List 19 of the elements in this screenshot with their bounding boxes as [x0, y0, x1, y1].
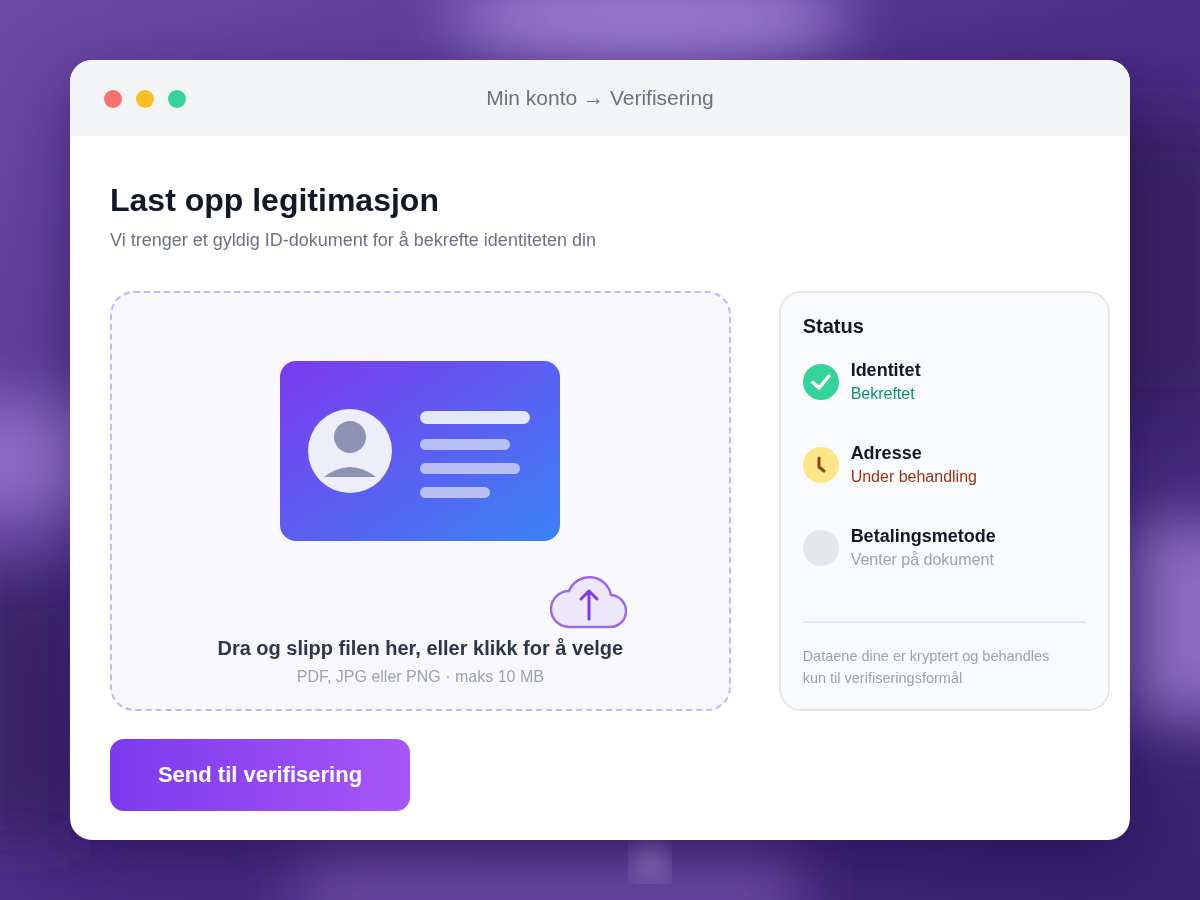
status-text: Bekreftet: [850, 385, 916, 403]
status-title: Status: [802, 315, 865, 338]
drop-zone[interactable]: Dra og slipp filen her, eller klikk for å velge PDF, JPG eller PNG · maks 10 MB: [110, 291, 731, 711]
minimize-button[interactable]: [136, 90, 154, 108]
privacy-note: Dataene dine er kryptert og behandles kun til verifiseringsformål: [802, 647, 1051, 688]
id-card-icon: [280, 361, 561, 541]
status-label: Adresse: [850, 443, 923, 464]
page-heading: Last opp legitimasjon: [110, 181, 440, 220]
close-button[interactable]: [104, 90, 122, 108]
upload-prompt: Dra og slipp filen her, eller klikk for å velge: [217, 637, 624, 660]
page-subtitle: Vi trenger et gyldig ID-dokument for å bekrefte identiteten din: [110, 230, 597, 251]
submit-button[interactable]: Send til verifisering: [110, 739, 410, 811]
upload-hint: PDF, JPG eller PNG · maks 10 MB: [296, 668, 544, 686]
status-text: Under behandling: [850, 468, 977, 486]
status-text: Venter på dokument: [850, 551, 995, 569]
zoom-button[interactable]: [168, 90, 186, 108]
status-label: Identitet: [850, 360, 921, 381]
status-label: Betalingsmetode: [850, 526, 996, 547]
window-title: Min konto → Verifisering: [486, 86, 714, 110]
